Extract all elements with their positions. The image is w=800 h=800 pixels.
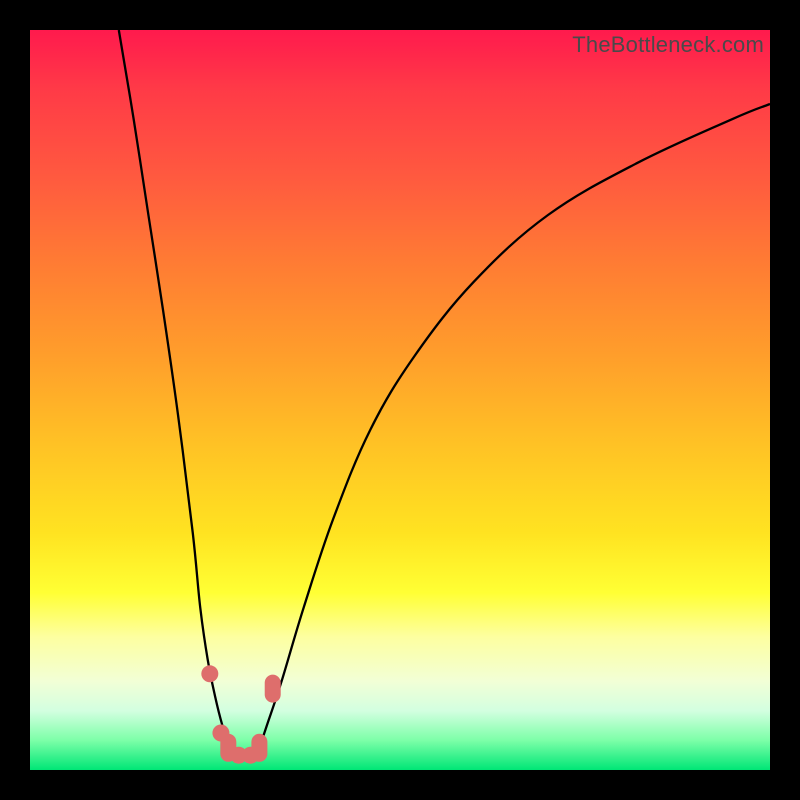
chart-root: TheBottleneck.com (0, 0, 800, 800)
chart-svg (30, 30, 770, 770)
data-marker (251, 734, 267, 762)
plot-area: TheBottleneck.com (30, 30, 770, 770)
data-marker (265, 675, 281, 703)
data-marker (201, 665, 218, 682)
marker-layer (201, 665, 280, 763)
curve-right (259, 104, 770, 748)
curve-left (119, 30, 230, 748)
